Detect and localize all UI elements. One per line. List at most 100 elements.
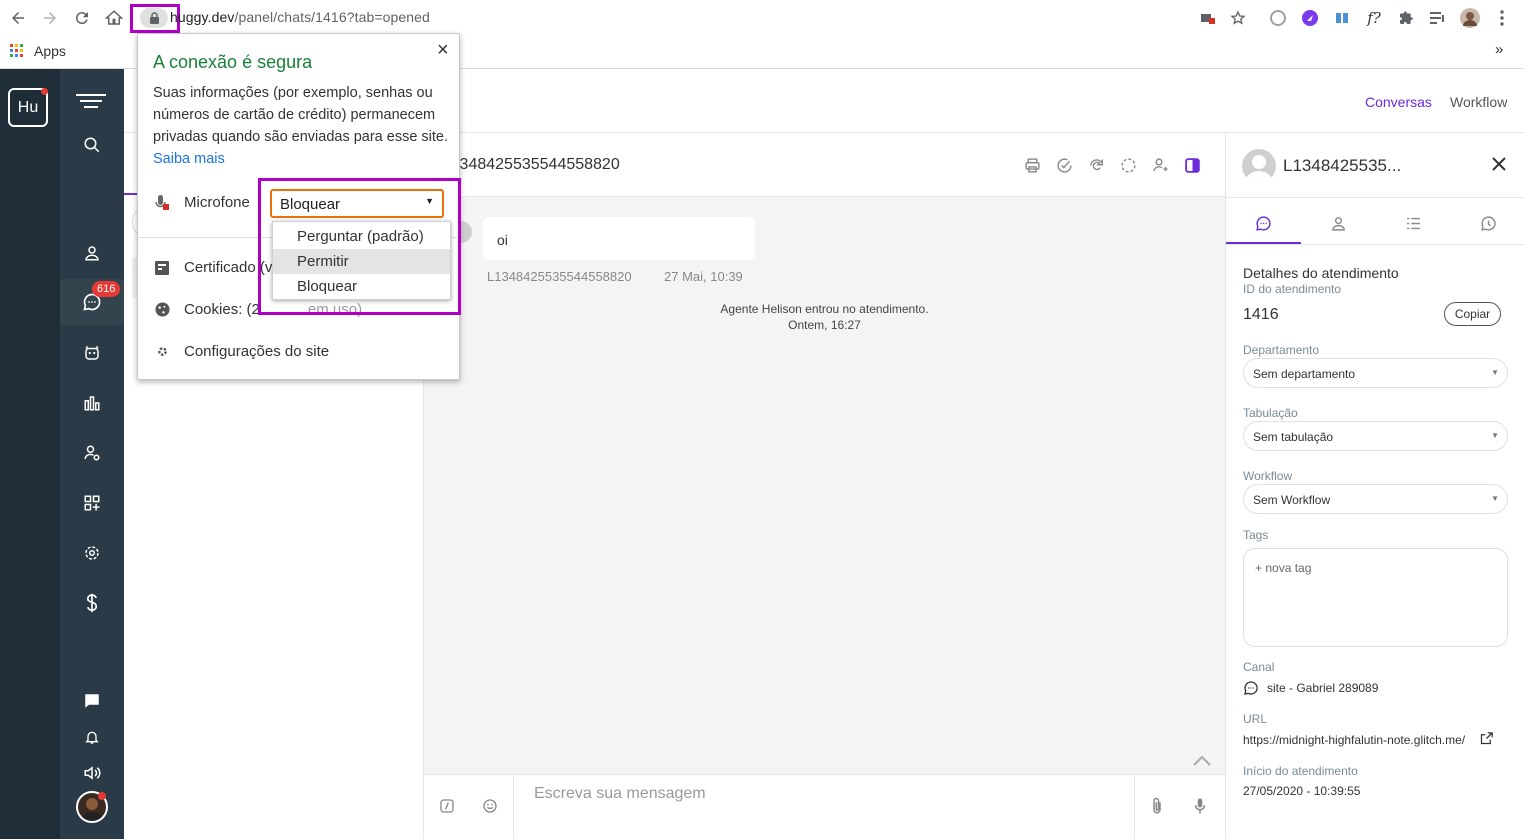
site-settings-row[interactable]: Configurações do site: [154, 343, 329, 360]
tabulation-label: Tabulação: [1243, 406, 1298, 420]
browser-toolbar: huggy.dev/panel/chats/1416?tab=opened f?: [0, 0, 1524, 36]
certificate-row[interactable]: Certificado (v: [154, 259, 272, 276]
chat-bubble-icon: [1256, 215, 1271, 231]
contact-name: L1348425535...: [1283, 156, 1402, 175]
home-button[interactable]: [102, 6, 126, 30]
cookie-icon: [154, 302, 170, 318]
site-settings-label: Configurações do site: [184, 343, 330, 360]
close-panel-icon[interactable]: [1492, 157, 1506, 171]
apps-grid-icon[interactable]: [10, 44, 24, 58]
puzzle-icon[interactable]: [1396, 8, 1416, 28]
toggle-panel-icon[interactable]: [1182, 155, 1202, 175]
chats-badge: 616: [92, 281, 121, 297]
popup-close-button[interactable]: ×: [437, 39, 449, 62]
tab-checklist[interactable]: [1376, 208, 1451, 238]
message-text: oi: [497, 232, 508, 248]
system-event: Agente Helison entrou no atendimento.: [720, 302, 929, 316]
learn-more-link[interactable]: Saiba mais: [153, 151, 225, 167]
camera-blocked-icon[interactable]: [1198, 8, 1218, 28]
tab-chat-details[interactable]: [1226, 208, 1301, 238]
channel-value: site - Gabriel 289089: [1267, 681, 1379, 695]
loading-dashed-icon[interactable]: [1118, 155, 1138, 175]
department-select[interactable]: Sem departamento ▼: [1243, 358, 1508, 388]
contacts-icon[interactable]: [60, 233, 124, 273]
start-value: 27/05/2020 - 10:39:55: [1243, 784, 1361, 798]
bookmarks-overflow[interactable]: »: [1495, 41, 1503, 58]
tabulation-select[interactable]: Sem tabulação ▼: [1243, 421, 1508, 451]
tags-input[interactable]: + nova tag: [1243, 548, 1508, 647]
url-path: /panel/chats/1416?tab=opened: [234, 9, 430, 25]
profile-avatar[interactable]: [1460, 8, 1480, 28]
shortcut-slash-icon[interactable]: [439, 798, 455, 814]
arrow-right-icon: [44, 12, 56, 24]
transfer-icon[interactable]: [1086, 155, 1106, 175]
scroll-up-chevron-icon[interactable]: [1192, 755, 1212, 767]
microphone-label: Microfone: [184, 194, 250, 211]
settings-gear-icon[interactable]: [60, 533, 124, 573]
billing-dollar-icon[interactable]: [60, 583, 124, 623]
composer-tools: [424, 775, 514, 839]
certificate-icon: [154, 260, 170, 276]
attach-clip-icon[interactable]: [1150, 797, 1164, 815]
workflow-select[interactable]: Sem Workflow ▼: [1243, 484, 1508, 514]
assign-agent-icon[interactable]: [1150, 155, 1170, 175]
header-link-conversas[interactable]: Conversas: [1365, 94, 1432, 110]
copy-button[interactable]: Copiar: [1444, 302, 1501, 326]
department-value: Sem departamento: [1253, 367, 1356, 381]
composer-input[interactable]: Escreva sua mensagem: [534, 785, 706, 803]
star-icon[interactable]: [1228, 8, 1248, 28]
extension-book-icon[interactable]: [1332, 8, 1352, 28]
microphone-icon[interactable]: [1193, 797, 1207, 815]
dropdown-highlight: [258, 178, 461, 315]
emoji-smile-icon[interactable]: [482, 798, 498, 814]
start-label: Início do atendimento: [1243, 764, 1358, 778]
back-button[interactable]: [6, 6, 30, 30]
feedback-chat-icon[interactable]: [60, 681, 124, 721]
extension-formula-icon[interactable]: f?: [1364, 8, 1384, 28]
sidebar-rail: Hu: [0, 69, 60, 839]
home-icon: [105, 10, 123, 25]
extension-purple-icon[interactable]: [1300, 8, 1320, 28]
forward-button[interactable]: [38, 6, 62, 30]
id-value: 1416: [1243, 306, 1279, 323]
reload-icon: [75, 12, 88, 25]
message-author: L1348425535544558820: [487, 269, 632, 284]
microphone-blocked-icon: [154, 194, 170, 211]
external-link-icon[interactable]: [1479, 731, 1494, 746]
agents-icon[interactable]: [60, 433, 124, 473]
chevron-down-icon: ▼: [1491, 368, 1499, 377]
extension-grammar-icon[interactable]: [1268, 8, 1288, 28]
reports-icon[interactable]: [60, 383, 124, 423]
popup-title: A conexão é segura: [153, 52, 313, 72]
search-icon[interactable]: [60, 125, 124, 165]
sound-volume-icon[interactable]: [60, 753, 124, 793]
menu-collapse-icon[interactable]: [76, 93, 106, 109]
contact-avatar: [1242, 149, 1276, 183]
apps-bookmark[interactable]: Apps: [34, 43, 66, 59]
tab-contact[interactable]: [1301, 208, 1376, 238]
print-icon[interactable]: [1022, 155, 1042, 175]
message-bubble: oi: [483, 217, 755, 260]
finish-check-icon[interactable]: [1054, 155, 1074, 175]
url-text[interactable]: huggy.dev/panel/chats/1416?tab=opened: [170, 9, 430, 25]
section-title: Detalhes do atendimento: [1243, 265, 1399, 281]
media-queue-icon[interactable]: [1428, 8, 1448, 28]
url-value[interactable]: https://midnight-highfalutin-note.glitch…: [1243, 733, 1465, 747]
channel-chat-icon: [1243, 680, 1259, 696]
apps-add-icon[interactable]: [60, 483, 124, 523]
popup-description: Suas informações (por exemplo, senhas ou…: [153, 82, 449, 170]
chevron-down-icon: ▼: [1491, 431, 1499, 440]
more-vertical-icon[interactable]: [1492, 8, 1512, 28]
notifications-bell-icon[interactable]: [60, 717, 124, 757]
tab-history[interactable]: [1451, 208, 1524, 238]
logo-notification-dot: [41, 88, 48, 95]
tabs-divider: [1226, 244, 1524, 245]
bot-icon[interactable]: [60, 333, 124, 373]
new-tag-placeholder[interactable]: + nova tag: [1255, 561, 1311, 575]
reload-button[interactable]: [70, 6, 94, 30]
url-host: huggy.dev: [170, 9, 235, 25]
header-link-workflow[interactable]: Workflow: [1450, 94, 1507, 110]
channel-label: Canal: [1243, 660, 1275, 674]
conversation-header: l348425535544558820: [424, 133, 1225, 197]
id-label: ID do atendimento: [1243, 282, 1342, 296]
